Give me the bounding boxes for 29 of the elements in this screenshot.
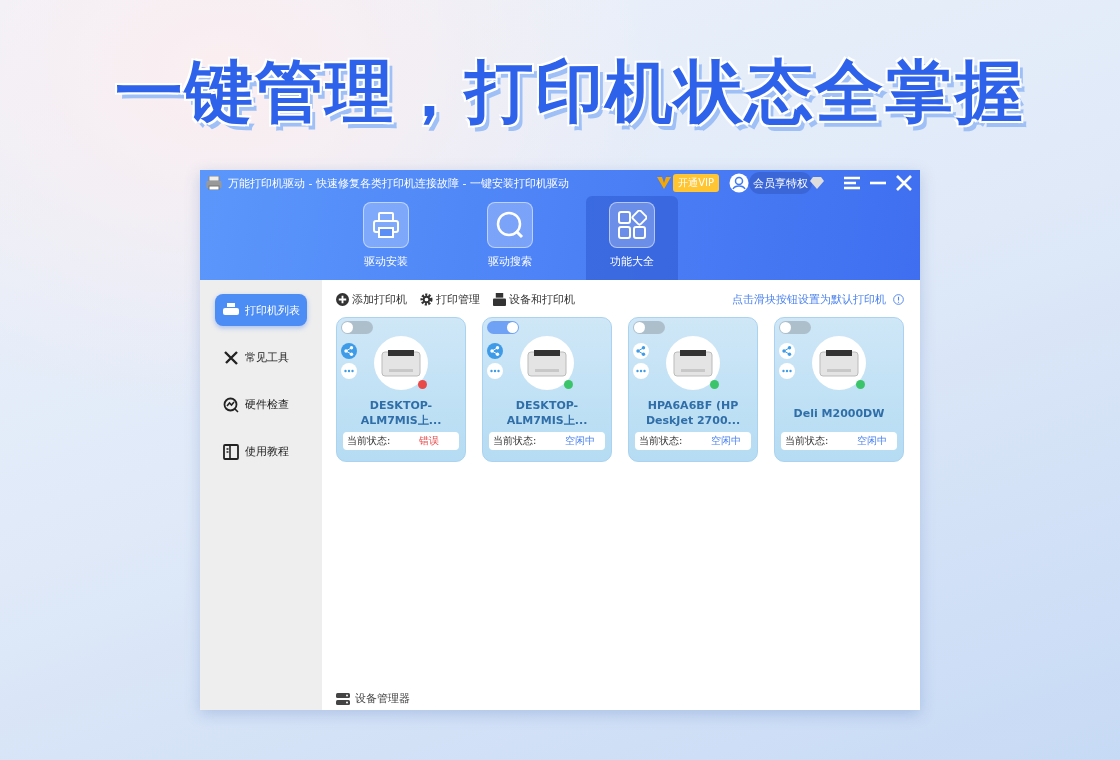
printer-name: DESKTOP- ALM7MIS上... — [360, 398, 442, 428]
toolbar-button[interactable]: 添加打印机 — [352, 292, 407, 307]
status-label: 当前状态: — [639, 434, 684, 448]
window-title: 万能打印机驱动 - 快速修复各类打印机连接故障 - 一键安装打印机驱动 — [228, 175, 569, 191]
printer-card[interactable]: DESKTOP- ALM7MIS上... 当前状态: 空闲中 — [482, 317, 612, 462]
printer-card[interactable]: HPA6A6BF (HP DeskJet 2700... 当前状态: 空闲中 — [628, 317, 758, 462]
toolbar-button[interactable]: 打印管理 — [436, 292, 480, 307]
sidebar-item[interactable]: 硬件检查 — [215, 388, 307, 420]
sidebar-item[interactable]: 使用教程 — [215, 435, 307, 467]
status-value: 空闲中 — [565, 434, 595, 448]
printer-name: Deli M2000DW — [793, 405, 885, 422]
nav-tab[interactable]: 驱动搜索 — [454, 196, 566, 280]
nav-tab[interactable]: 功能大全 — [586, 196, 678, 280]
status-value: 空闲中 — [711, 434, 741, 448]
printer-name: DESKTOP- ALM7MIS上... — [506, 398, 588, 428]
status-value: 空闲中 — [857, 434, 887, 448]
member-button[interactable]: 会员享特权 — [749, 172, 812, 194]
printer-card[interactable]: DESKTOP- ALM7MIS上... 当前状态: 错误 — [336, 317, 466, 462]
toolbar-button[interactable]: 设备和打印机 — [509, 292, 575, 307]
sidebar-item[interactable]: 常见工具 — [215, 341, 307, 373]
default-printer-hint: 点击滑块按钮设置为默认打印机 — [732, 292, 886, 307]
status-label: 当前状态: — [347, 434, 392, 448]
status-label: 当前状态: — [785, 434, 830, 448]
printer-card[interactable]: Deli M2000DW 当前状态: 空闲中 — [774, 317, 904, 462]
headline: 一键管理，打印机状态全掌握 — [115, 52, 1025, 132]
printer-name: HPA6A6BF (HP DeskJet 2700... — [645, 398, 741, 428]
status-label: 当前状态: — [493, 434, 538, 448]
device-manager-button[interactable]: 设备管理器 — [355, 691, 410, 706]
status-value: 错误 — [419, 434, 439, 448]
